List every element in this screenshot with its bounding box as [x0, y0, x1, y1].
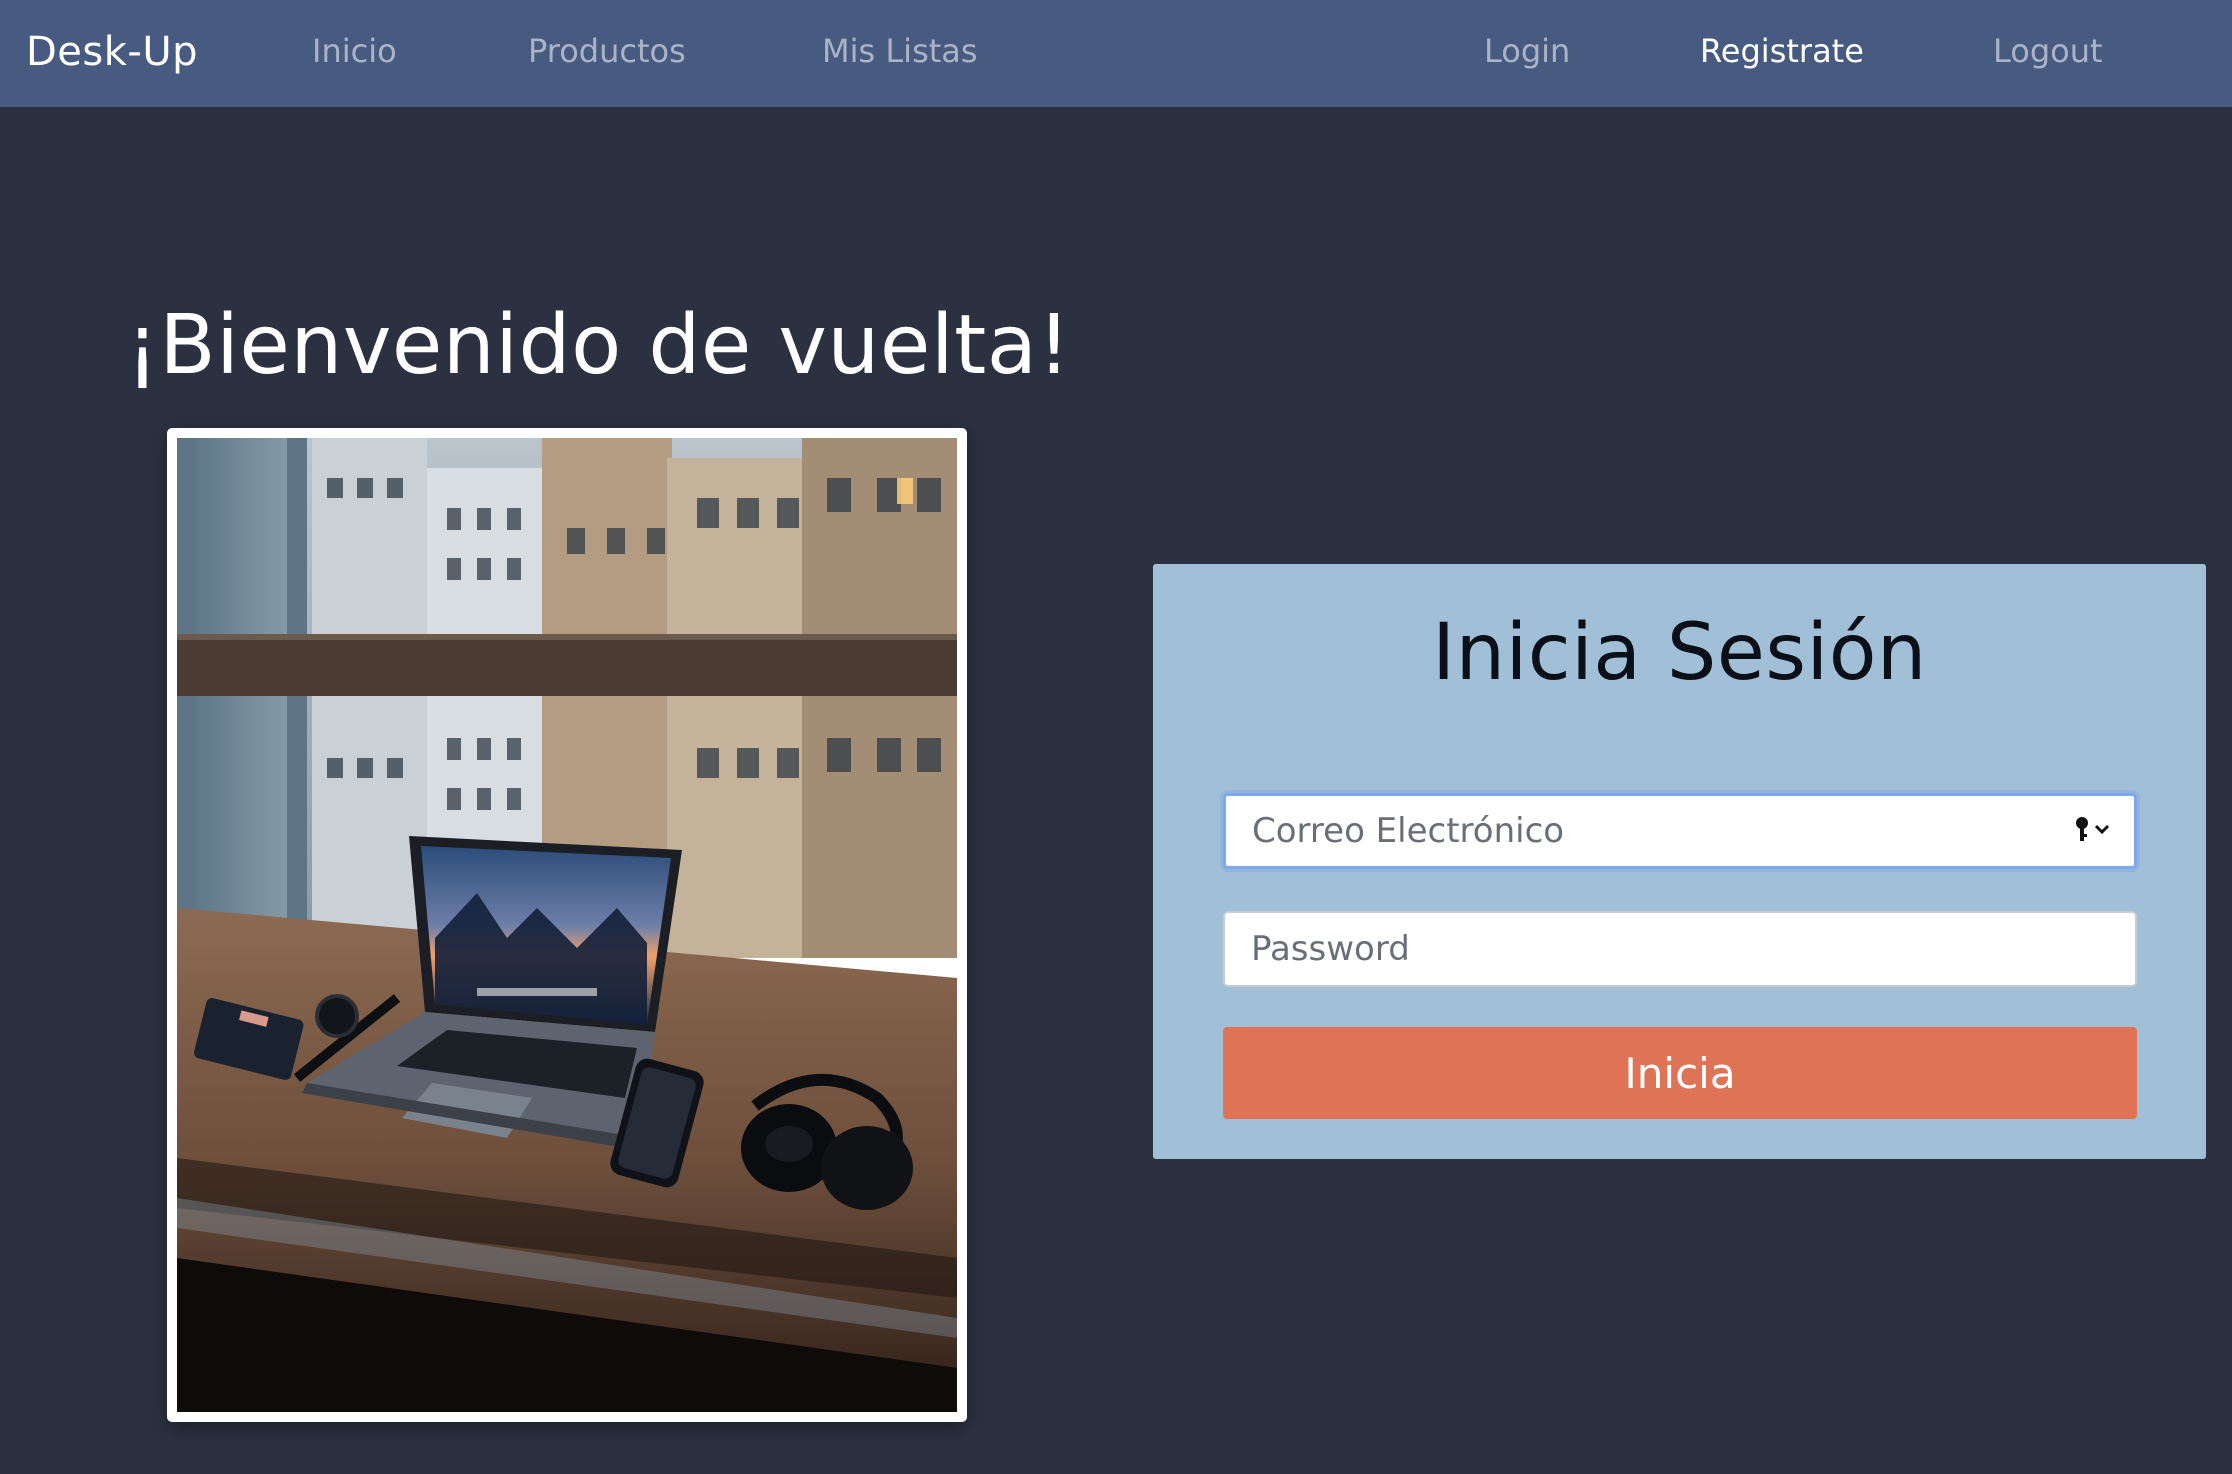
login-submit-button[interactable]: Inicia	[1223, 1027, 2137, 1119]
login-card: Inicia Sesión Inicia	[1153, 564, 2206, 1159]
password-field[interactable]	[1223, 911, 2137, 987]
nav-link-mis-listas[interactable]: Mis Listas	[822, 0, 978, 107]
desk-photo	[177, 438, 957, 1412]
email-field[interactable]	[1223, 793, 2137, 869]
brand-logo-link[interactable]: Desk-Up	[26, 0, 198, 107]
photo-frame	[167, 428, 967, 1422]
nav-link-login[interactable]: Login	[1484, 0, 1570, 107]
nav-link-registrate[interactable]: Registrate	[1700, 0, 1864, 107]
key-icon[interactable]	[2070, 814, 2116, 848]
welcome-heading: ¡Bienvenido de vuelta!	[126, 298, 1071, 393]
nav-link-productos[interactable]: Productos	[528, 0, 686, 107]
navbar: Desk-Up Inicio Productos Mis Listas Logi…	[0, 0, 2232, 107]
nav-link-inicio[interactable]: Inicio	[312, 0, 397, 107]
login-title: Inicia Sesión	[1432, 608, 1927, 698]
nav-link-logout[interactable]: Logout	[1993, 0, 2103, 107]
